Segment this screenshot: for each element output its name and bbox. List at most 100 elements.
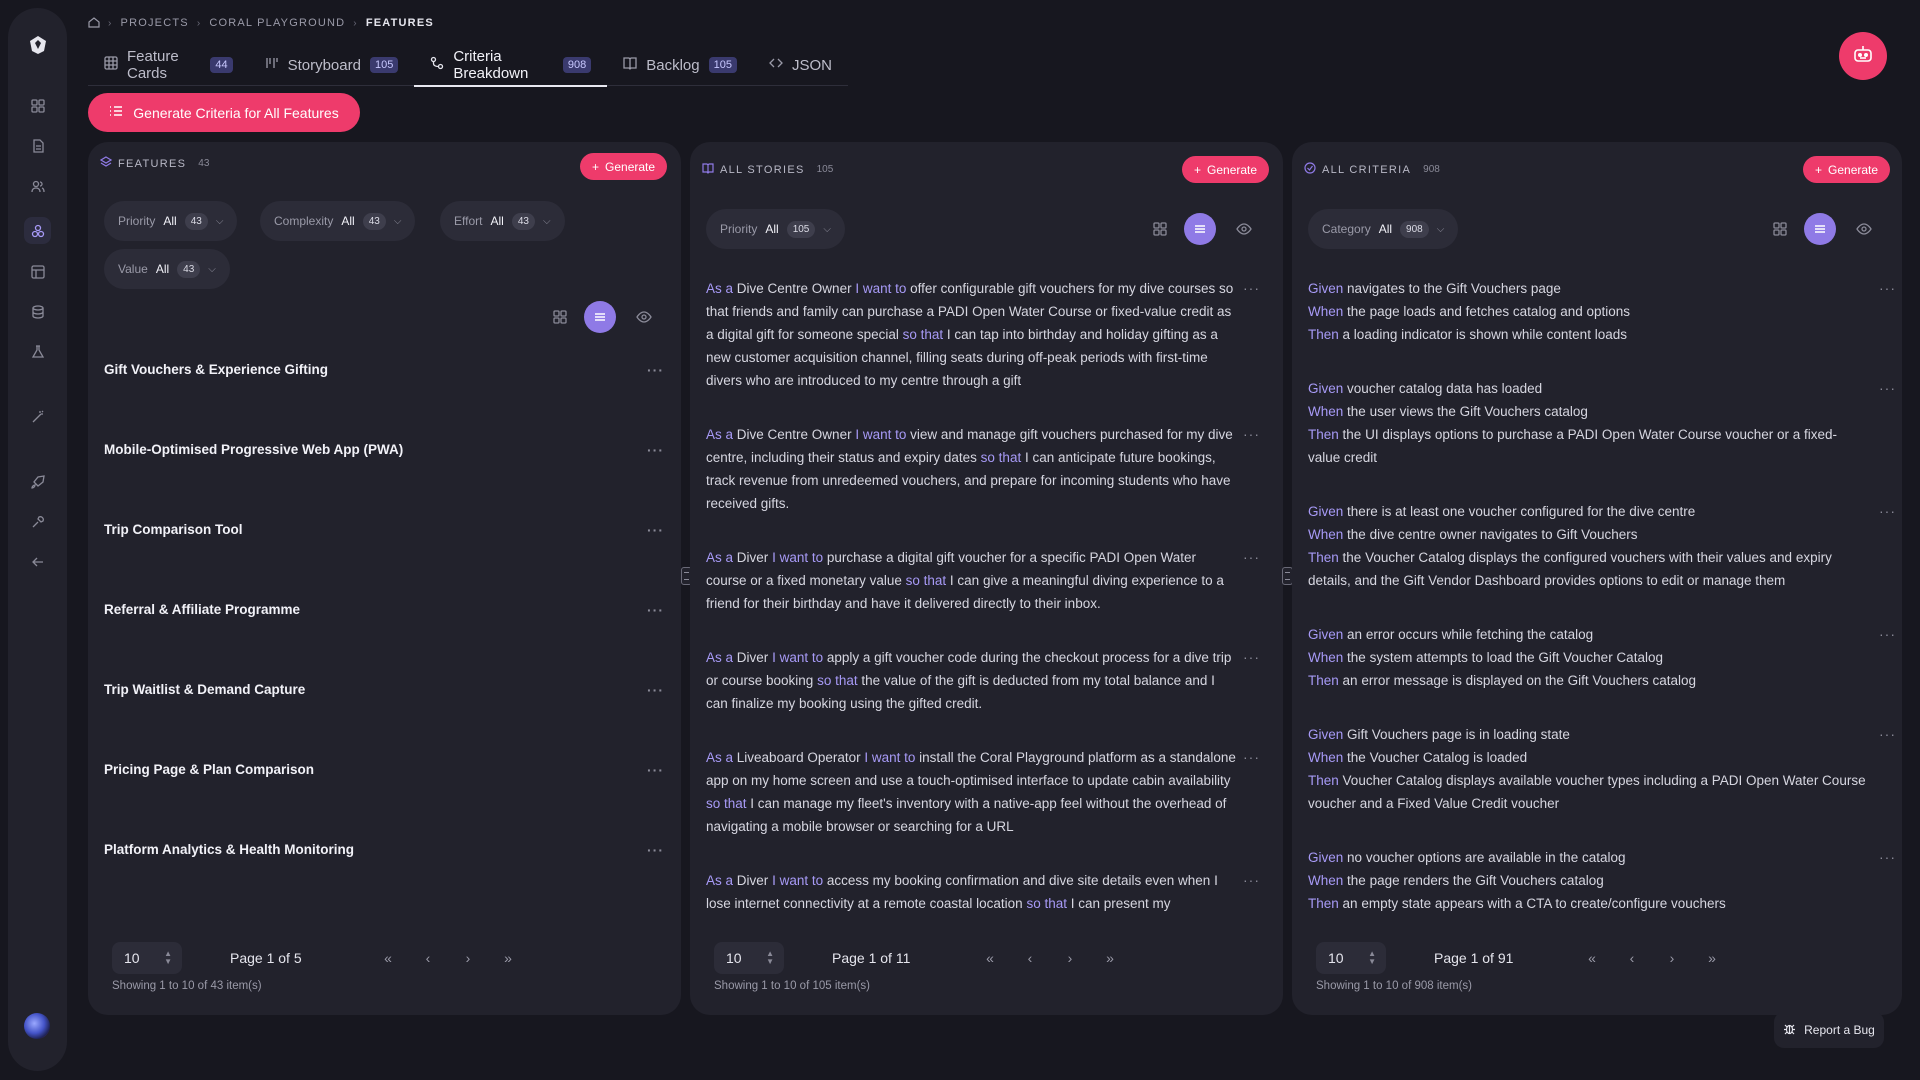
home-icon[interactable] (88, 16, 100, 31)
more-options-icon[interactable]: ··· (647, 682, 664, 698)
first-page-icon[interactable]: « (978, 946, 1002, 970)
criterion-item[interactable]: Given no voucher options are available i… (1308, 846, 1895, 915)
eye-icon[interactable] (1854, 219, 1874, 239)
more-options-icon[interactable]: ··· (647, 522, 664, 538)
next-page-icon[interactable]: › (456, 946, 480, 970)
story-item[interactable]: As a Diver I want to access my booking c… (706, 869, 1259, 915)
more-options-icon[interactable]: ··· (647, 602, 664, 618)
first-page-icon[interactable]: « (376, 946, 400, 970)
list-view-icon[interactable] (1184, 213, 1216, 245)
features-generate-button[interactable]: + Generate (580, 153, 668, 180)
grid-view-icon[interactable] (1150, 219, 1170, 239)
keyword: I want to (772, 550, 824, 565)
ai-assistant-button[interactable] (1839, 32, 1887, 80)
more-options-icon[interactable]: ··· (1243, 546, 1260, 569)
prev-page-icon[interactable]: ‹ (1018, 946, 1042, 970)
criterion-item[interactable]: Given an error occurs while fetching the… (1308, 623, 1895, 692)
rocket-icon[interactable] (24, 468, 51, 495)
feature-item[interactable]: Trip Waitlist & Demand Capture ··· (104, 682, 664, 754)
criterion-item[interactable]: Given navigates to the Gift Vouchers pag… (1308, 277, 1895, 346)
tab-feature-cards[interactable]: Feature Cards 44 (88, 44, 249, 86)
breadcrumb-projects[interactable]: PROJECTS (121, 17, 189, 29)
more-options-icon[interactable]: ··· (1243, 869, 1260, 892)
generate-criteria-all-button[interactable]: Generate Criteria for All Features (88, 93, 360, 132)
features-icon[interactable] (24, 217, 51, 244)
tab-criteria-breakdown[interactable]: Criteria Breakdown 908 (414, 44, 608, 87)
filter-priority[interactable]: Priority All 43 ⌵ (104, 201, 238, 241)
story-item[interactable]: As a Dive Centre Owner I want to view an… (706, 423, 1259, 515)
filter-priority[interactable]: Priority All 105 ⌵ (706, 209, 845, 249)
stories-generate-button[interactable]: + Generate (1182, 156, 1270, 183)
filter-value[interactable]: Value All 43 ⌵ (104, 249, 230, 289)
breadcrumb-project[interactable]: CORAL PLAYGROUND (209, 17, 345, 29)
last-page-icon[interactable]: » (1700, 946, 1724, 970)
avatar[interactable] (24, 1013, 50, 1039)
feature-item[interactable]: Pricing Page & Plan Comparison ··· (104, 762, 664, 834)
back-arrow-icon[interactable] (24, 548, 51, 575)
dashboard-icon[interactable] (24, 92, 51, 119)
tab-backlog[interactable]: Backlog 105 (607, 44, 753, 86)
more-options-icon[interactable]: ··· (647, 842, 664, 858)
prev-page-icon[interactable]: ‹ (1620, 946, 1644, 970)
more-options-icon[interactable]: ··· (1243, 646, 1260, 669)
first-page-icon[interactable]: « (1580, 946, 1604, 970)
tab-storyboard[interactable]: Storyboard 105 (249, 44, 415, 86)
document-icon[interactable] (24, 132, 51, 159)
feature-item[interactable]: Trip Comparison Tool ··· (104, 522, 664, 594)
more-options-icon[interactable]: ··· (1879, 846, 1896, 869)
tab-json[interactable]: JSON (753, 44, 848, 86)
plus-icon: + (592, 159, 600, 174)
more-options-icon[interactable]: ··· (1879, 500, 1896, 523)
criterion-item[interactable]: Given voucher catalog data has loaded Wh… (1308, 377, 1895, 469)
more-options-icon[interactable]: ··· (1243, 277, 1260, 300)
report-bug-button[interactable]: Report a Bug (1774, 1012, 1884, 1048)
more-options-icon[interactable]: ··· (1879, 723, 1896, 746)
page-size-select[interactable]: 10 ▲ ▼ (112, 942, 182, 974)
filter-label: Effort (454, 214, 483, 228)
eye-icon[interactable] (1234, 219, 1254, 239)
wrench-icon[interactable] (24, 508, 51, 535)
feature-item[interactable]: Referral & Affiliate Programme ··· (104, 602, 664, 674)
prev-page-icon[interactable]: ‹ (416, 946, 440, 970)
eye-icon[interactable] (634, 307, 654, 327)
criterion-item[interactable]: Given Gift Vouchers page is in loading s… (1308, 723, 1895, 815)
story-item[interactable]: As a Diver I want to apply a gift vouche… (706, 646, 1259, 715)
next-page-icon[interactable]: › (1660, 946, 1684, 970)
filter-category[interactable]: Category All 908 ⌵ (1308, 209, 1459, 249)
more-options-icon[interactable]: ··· (1879, 277, 1896, 300)
story-item[interactable]: As a Dive Centre Owner I want to offer c… (706, 277, 1259, 392)
next-page-icon[interactable]: › (1058, 946, 1082, 970)
feature-item[interactable]: Gift Vouchers & Experience Gifting ··· (104, 362, 664, 434)
table-icon[interactable] (24, 258, 51, 285)
flask-icon[interactable] (24, 338, 51, 365)
grid-view-icon[interactable] (550, 307, 570, 327)
filter-complexity[interactable]: Complexity All 43 ⌵ (260, 201, 416, 241)
more-options-icon[interactable]: ··· (1879, 623, 1896, 646)
more-options-icon[interactable]: ··· (1243, 423, 1260, 446)
story-item[interactable]: As a Liveaboard Operator I want to insta… (706, 746, 1259, 838)
page-size-select[interactable]: 10 ▲ ▼ (714, 942, 784, 974)
filter-value: All (1378, 222, 1393, 236)
story-item[interactable]: As a Diver I want to purchase a digital … (706, 546, 1259, 615)
users-icon[interactable] (24, 172, 51, 199)
grid-view-icon[interactable] (1770, 219, 1790, 239)
more-options-icon[interactable]: ··· (647, 442, 664, 458)
page-size-select[interactable]: 10 ▲ ▼ (1316, 942, 1386, 974)
criterion-item[interactable]: Given there is at least one voucher conf… (1308, 500, 1895, 592)
app-logo-icon[interactable] (23, 30, 53, 60)
list-sparkle-icon (109, 104, 123, 121)
more-options-icon[interactable]: ··· (647, 362, 664, 378)
last-page-icon[interactable]: » (1098, 946, 1122, 970)
filter-effort[interactable]: Effort All 43 ⌵ (440, 201, 565, 241)
database-icon[interactable] (24, 298, 51, 325)
feature-item[interactable]: Platform Analytics & Health Monitoring ··… (104, 842, 664, 914)
feature-item[interactable]: Mobile-Optimised Progressive Web App (PW… (104, 442, 664, 514)
magic-wand-icon[interactable] (24, 403, 51, 430)
more-options-icon[interactable]: ··· (647, 762, 664, 778)
list-view-icon[interactable] (584, 301, 616, 333)
list-view-icon[interactable] (1804, 213, 1836, 245)
more-options-icon[interactable]: ··· (1879, 377, 1896, 400)
last-page-icon[interactable]: » (496, 946, 520, 970)
criteria-generate-button[interactable]: + Generate (1803, 156, 1891, 183)
more-options-icon[interactable]: ··· (1243, 746, 1260, 769)
